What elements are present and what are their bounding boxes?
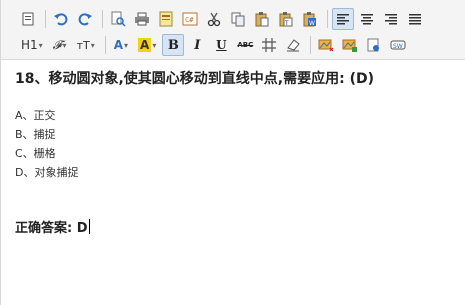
paste-text-icon[interactable]: T — [275, 8, 297, 30]
font-size-label: тT — [76, 38, 90, 52]
font-family-dropdown[interactable]: 𝓕 ▾ — [49, 34, 71, 56]
toolbar-separator — [45, 10, 46, 28]
toolbar-separator — [310, 36, 312, 54]
highlight-label: A — [138, 38, 152, 52]
print-icon[interactable] — [131, 8, 153, 30]
underline-button[interactable]: U — [210, 34, 232, 56]
toolbar-separator — [104, 36, 106, 54]
code-snippet-icon[interactable]: C# — [179, 8, 201, 30]
toolbar-row-1: C# T W — [17, 6, 428, 32]
rich-text-editor: C# T W H1 ▾ 𝓕 ▾ тT ▾ A ▾ A ▾ B I U ABC S… — [0, 0, 465, 305]
font-color-label: A — [113, 38, 124, 52]
font-color-dropdown[interactable]: A ▾ — [110, 34, 132, 56]
align-left-icon[interactable] — [332, 8, 354, 30]
option-item: B、捕捉 — [15, 128, 56, 141]
bold-button[interactable]: B — [162, 34, 185, 56]
preview-icon[interactable] — [107, 8, 129, 30]
option-item: A、正交 — [15, 109, 56, 122]
template-icon[interactable] — [155, 8, 177, 30]
undo-icon[interactable] — [50, 8, 72, 30]
cut-icon[interactable] — [203, 8, 225, 30]
correct-answer: 正确答案: D — [15, 217, 90, 236]
align-center-icon[interactable] — [356, 8, 378, 30]
option-item: D、对象捕捉 — [15, 166, 79, 179]
strikethrough-button[interactable]: ABC — [234, 34, 256, 56]
chevron-down-icon: ▾ — [62, 40, 67, 50]
options-list: A、正交 B、捕捉 C、栅格 D、对象捕捉 — [15, 106, 78, 182]
question-text: 18、移动圆对象,使其圆心移动到直线中点,需要应用: (D) — [15, 71, 375, 87]
align-right-icon[interactable] — [380, 8, 402, 30]
heading-label: H1 — [21, 38, 38, 52]
bold-label: B — [167, 37, 179, 53]
highlight-color-dropdown[interactable]: A ▾ — [134, 34, 160, 56]
insert-link-icon[interactable] — [363, 34, 385, 56]
chevron-down-icon: ▾ — [152, 40, 157, 50]
chevron-down-icon: ▾ — [124, 40, 129, 50]
svg-text:SW: SW — [393, 43, 403, 50]
svg-text:W: W — [309, 20, 315, 27]
paste-word-icon[interactable]: W — [299, 8, 321, 30]
svg-text:T: T — [284, 20, 289, 27]
insert-image-icon[interactable] — [315, 34, 337, 56]
insert-flash-icon[interactable]: SW — [387, 34, 409, 56]
italic-label: I — [194, 37, 201, 53]
underline-label: U — [216, 38, 227, 52]
font-family-label: 𝓕 — [52, 37, 62, 52]
toolbar-separator — [327, 10, 328, 28]
strikethrough-label: ABC — [237, 41, 254, 49]
copy-icon[interactable] — [227, 8, 249, 30]
toolbar-separator — [102, 10, 103, 28]
text-cursor — [88, 219, 90, 234]
answer-value: D — [76, 221, 88, 236]
heading-dropdown[interactable]: H1 ▾ — [17, 34, 47, 56]
answer-label: 正确答案: — [15, 221, 77, 236]
paste-icon[interactable] — [251, 8, 273, 30]
eraser-icon[interactable] — [282, 34, 304, 56]
chevron-down-icon: ▾ — [38, 40, 43, 50]
chevron-down-icon: ▾ — [90, 40, 95, 50]
source-code-icon[interactable] — [17, 8, 39, 30]
align-justify-icon[interactable] — [404, 8, 426, 30]
insert-media-icon[interactable] — [339, 34, 361, 56]
svg-text:C#: C# — [185, 16, 194, 24]
toolbar-row-2: H1 ▾ 𝓕 ▾ тT ▾ A ▾ A ▾ B I U ABC SW — [17, 32, 411, 58]
font-size-dropdown[interactable]: тT ▾ — [73, 34, 99, 56]
redo-icon[interactable] — [74, 8, 96, 30]
option-item: C、栅格 — [15, 147, 56, 160]
table-icon[interactable] — [258, 34, 280, 56]
editor-toolbar: C# T W H1 ▾ 𝓕 ▾ тT ▾ A ▾ A ▾ B I U ABC S… — [1, 0, 465, 60]
italic-button[interactable]: I — [186, 34, 208, 56]
